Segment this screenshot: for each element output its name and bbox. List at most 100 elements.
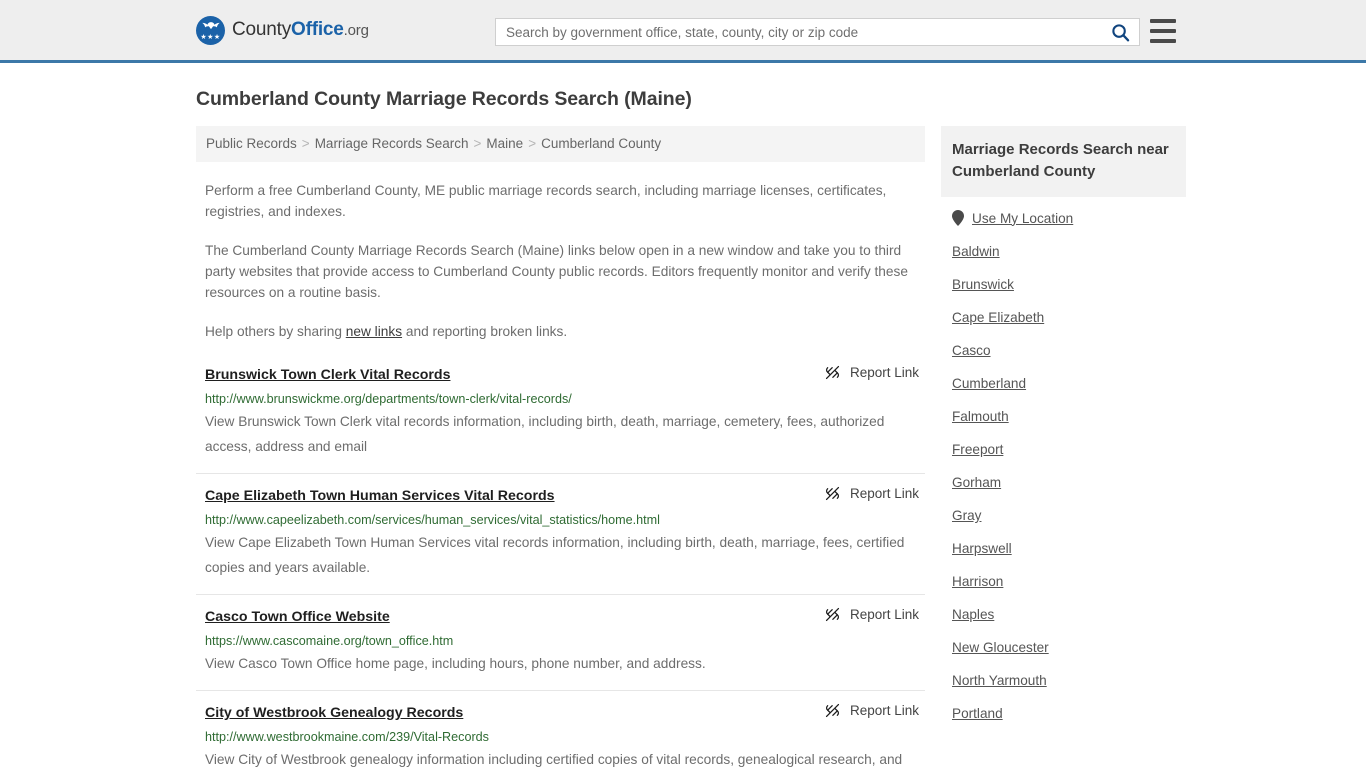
seal-stars: ★★★ bbox=[200, 33, 221, 41]
sidebar-item-use-my-location[interactable]: Use My Location bbox=[941, 201, 1186, 235]
sidebar-item-harrison[interactable]: Harrison bbox=[941, 565, 1186, 598]
result-title-link[interactable]: Casco Town Office Website bbox=[205, 609, 390, 625]
search-icon bbox=[1111, 23, 1129, 41]
broken-link-icon bbox=[825, 365, 840, 380]
sidebar-link[interactable]: Naples bbox=[952, 607, 994, 622]
eagle-glyph bbox=[201, 21, 220, 29]
breadcrumb-item-cumberland-county: Cumberland County bbox=[541, 136, 662, 151]
sidebar-item-gorham[interactable]: Gorham bbox=[941, 466, 1186, 499]
results-list: Brunswick Town Clerk Vital Records Repor… bbox=[196, 364, 925, 768]
sidebar-link[interactable]: Brunswick bbox=[952, 277, 1014, 292]
breadcrumb-item-maine[interactable]: Maine bbox=[486, 136, 523, 151]
menu-bar-1 bbox=[1150, 19, 1176, 23]
broken-link-icon bbox=[825, 703, 840, 718]
sidebar-item-baldwin[interactable]: Baldwin bbox=[941, 235, 1186, 268]
intro-paragraph-1: Perform a free Cumberland County, ME pub… bbox=[205, 183, 887, 219]
result-title-link[interactable]: Brunswick Town Clerk Vital Records bbox=[205, 367, 450, 383]
sidebar-link[interactable]: Gray bbox=[952, 508, 981, 523]
report-link-button[interactable]: Report Link bbox=[824, 485, 919, 502]
site-logo-link[interactable]: ★★★ CountyOffice.org bbox=[196, 15, 369, 45]
report-link-label: Report Link bbox=[849, 703, 919, 718]
menu-bar-3 bbox=[1150, 39, 1176, 43]
breadcrumb: Public Records > Marriage Records Search > M… bbox=[196, 126, 925, 162]
breadcrumb-separator-3: > bbox=[528, 136, 537, 151]
page-container: Cumberland County Marriage Records Searc… bbox=[0, 88, 1366, 768]
report-link-button[interactable]: Report Link bbox=[824, 606, 919, 623]
sidebar-item-gray[interactable]: Gray bbox=[941, 499, 1186, 532]
page-title: Cumberland County Marriage Records Searc… bbox=[196, 88, 692, 110]
sidebar-location-label[interactable]: Use My Location bbox=[972, 211, 1073, 226]
brand-text-county: County bbox=[232, 19, 292, 40]
sidebar-link[interactable]: Falmouth bbox=[952, 409, 1009, 424]
sidebar-link[interactable]: Harrison bbox=[952, 574, 1003, 589]
sidebar-item-freeport[interactable]: Freeport bbox=[941, 433, 1186, 466]
sidebar-list: Use My Location Baldwin Brunswick Cape E… bbox=[941, 201, 1186, 730]
intro-p3-before: Help others by sharing bbox=[205, 324, 346, 339]
breadcrumb-item-public-records[interactable]: Public Records bbox=[206, 136, 297, 151]
result-url: http://www.brunswickme.org/departments/t… bbox=[205, 392, 572, 406]
broken-link-icon bbox=[825, 486, 840, 501]
sidebar-item-portland[interactable]: Portland bbox=[941, 697, 1186, 730]
search-button[interactable] bbox=[1101, 19, 1139, 45]
hamburger-menu-icon[interactable] bbox=[1150, 19, 1176, 43]
result-description: View Cape Elizabeth Town Human Services … bbox=[205, 535, 905, 575]
broken-link-icon bbox=[825, 607, 840, 622]
intro-p3-after: and reporting broken links. bbox=[402, 324, 568, 339]
result-url: https://www.cascomaine.org/town_office.h… bbox=[205, 634, 454, 648]
sidebar-link[interactable]: North Yarmouth bbox=[952, 673, 1047, 688]
new-links-link[interactable]: new links bbox=[346, 324, 402, 339]
eagle-seal-icon: ★★★ bbox=[196, 15, 225, 45]
result-item: Casco Town Office Website Report Link ht… bbox=[196, 594, 925, 690]
sidebar-item-naples[interactable]: Naples bbox=[941, 598, 1186, 631]
sidebar-item-new-gloucester[interactable]: New Gloucester bbox=[941, 631, 1186, 664]
sidebar-item-cumberland[interactable]: Cumberland bbox=[941, 367, 1186, 400]
sidebar-link[interactable]: Cumberland bbox=[952, 376, 1026, 391]
sidebar-item-north-yarmouth[interactable]: North Yarmouth bbox=[941, 664, 1186, 697]
breadcrumb-item-marriage-records-search[interactable]: Marriage Records Search bbox=[315, 136, 469, 151]
result-item: Brunswick Town Clerk Vital Records Repor… bbox=[196, 364, 925, 473]
sidebar-item-cape-elizabeth[interactable]: Cape Elizabeth bbox=[941, 301, 1186, 334]
breadcrumb-separator-2: > bbox=[473, 136, 482, 151]
sidebar: Marriage Records Search near Cumberland … bbox=[941, 126, 1186, 730]
search-bar bbox=[495, 18, 1140, 46]
result-item: Cape Elizabeth Town Human Services Vital… bbox=[196, 473, 925, 594]
result-url: http://www.capeelizabeth.com/services/hu… bbox=[205, 513, 660, 527]
result-title-link[interactable]: City of Westbrook Genealogy Records bbox=[205, 705, 463, 721]
result-url: http://www.westbrookmaine.com/239/Vital-… bbox=[205, 730, 489, 744]
intro-paragraph-2: The Cumberland County Marriage Records S… bbox=[205, 243, 908, 300]
sidebar-heading: Marriage Records Search near Cumberland … bbox=[941, 126, 1186, 197]
result-description: View Brunswick Town Clerk vital records … bbox=[205, 414, 885, 454]
result-description: View Casco Town Office home page, includ… bbox=[205, 656, 706, 671]
sidebar-link[interactable]: Casco bbox=[952, 343, 991, 358]
content-row: Public Records > Marriage Records Search > M… bbox=[196, 126, 1186, 768]
sidebar-item-casco[interactable]: Casco bbox=[941, 334, 1186, 367]
sidebar-link[interactable]: Gorham bbox=[952, 475, 1001, 490]
report-link-button[interactable]: Report Link bbox=[824, 702, 919, 719]
sidebar-item-harpswell[interactable]: Harpswell bbox=[941, 532, 1186, 565]
result-description: View City of Westbrook genealogy informa… bbox=[205, 752, 903, 767]
result-title-link[interactable]: Cape Elizabeth Town Human Services Vital… bbox=[205, 488, 555, 504]
sidebar-link[interactable]: Harpswell bbox=[952, 541, 1012, 556]
brand-text-org: .org bbox=[343, 22, 369, 39]
sidebar-item-falmouth[interactable]: Falmouth bbox=[941, 400, 1186, 433]
menu-bar-2 bbox=[1150, 29, 1176, 33]
brand-wordmark: CountyOffice.org bbox=[232, 19, 369, 41]
brand-text-office: Office bbox=[291, 19, 344, 40]
map-pin-icon bbox=[952, 210, 964, 226]
search-input[interactable] bbox=[496, 19, 1101, 45]
site-header: ★★★ CountyOffice.org bbox=[0, 0, 1366, 63]
sidebar-item-brunswick[interactable]: Brunswick bbox=[941, 268, 1186, 301]
breadcrumb-separator-1: > bbox=[301, 136, 310, 151]
report-link-label: Report Link bbox=[849, 365, 919, 380]
intro-paragraph-3: Help others by sharing new links and rep… bbox=[205, 321, 915, 342]
sidebar-link[interactable]: Freeport bbox=[952, 442, 1003, 457]
sidebar-link[interactable]: Portland bbox=[952, 706, 1003, 721]
sidebar-link[interactable]: Baldwin bbox=[952, 244, 1000, 259]
report-link-label: Report Link bbox=[849, 486, 919, 501]
result-item: City of Westbrook Genealogy Records Repo… bbox=[196, 690, 925, 768]
report-link-label: Report Link bbox=[849, 607, 919, 622]
sidebar-link[interactable]: Cape Elizabeth bbox=[952, 310, 1044, 325]
sidebar-link[interactable]: New Gloucester bbox=[952, 640, 1049, 655]
report-link-button[interactable]: Report Link bbox=[824, 364, 919, 381]
main-column: Public Records > Marriage Records Search > M… bbox=[196, 126, 925, 768]
